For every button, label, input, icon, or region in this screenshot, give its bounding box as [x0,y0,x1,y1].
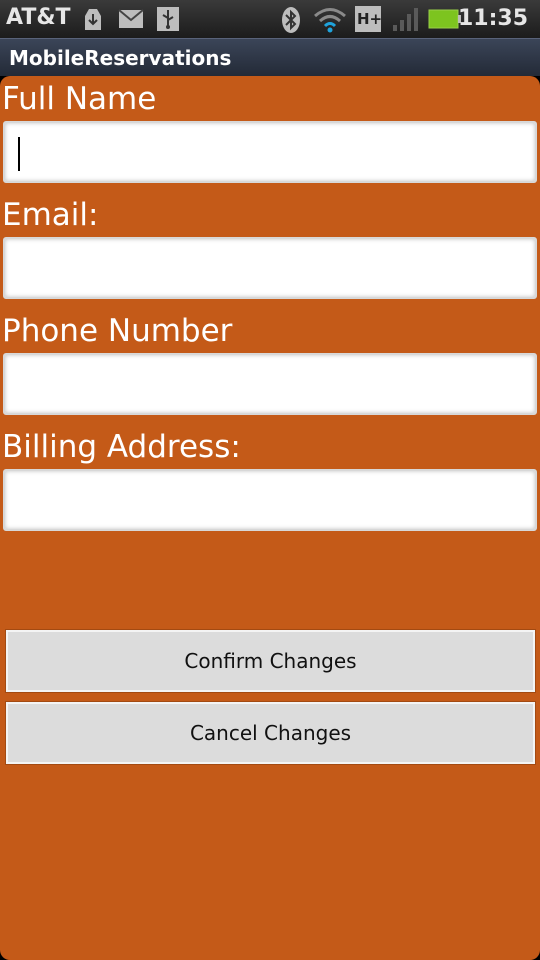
full-name-input[interactable] [3,121,537,183]
carrier-label: AT&T [6,5,71,30]
billing-address-input[interactable] [3,469,537,531]
app-title: MobileReservations [9,46,232,70]
clock: 11:35 [457,6,528,31]
cancel-changes-button[interactable]: Cancel Changes [6,702,535,764]
network-type-icon: H+ [354,5,382,37]
email-label: Email: [2,197,99,233]
title-bar: MobileReservations [0,38,540,76]
usb-icon [156,6,180,36]
confirm-changes-button[interactable]: Confirm Changes [6,630,535,692]
email-input[interactable] [3,237,537,299]
text-caret [18,137,20,171]
full-name-label: Full Name [2,81,157,117]
confirm-changes-label: Confirm Changes [184,649,357,673]
bluetooth-icon [281,6,301,38]
cancel-changes-label: Cancel Changes [189,721,352,745]
download-icon [82,6,104,36]
status-bar: AT&T H+ 11:35 [0,0,540,38]
reservation-form: Full Name Email: Phone Number Billing Ad… [0,76,540,960]
signal-icon [392,6,420,36]
phone-number-label: Phone Number [2,313,233,349]
battery-icon [428,9,462,33]
billing-address-label: Billing Address: [2,429,241,465]
phone-number-input[interactable] [3,353,537,415]
network-badge-text: H+ [357,10,382,28]
wifi-icon [313,7,347,37]
mail-icon [118,9,144,33]
